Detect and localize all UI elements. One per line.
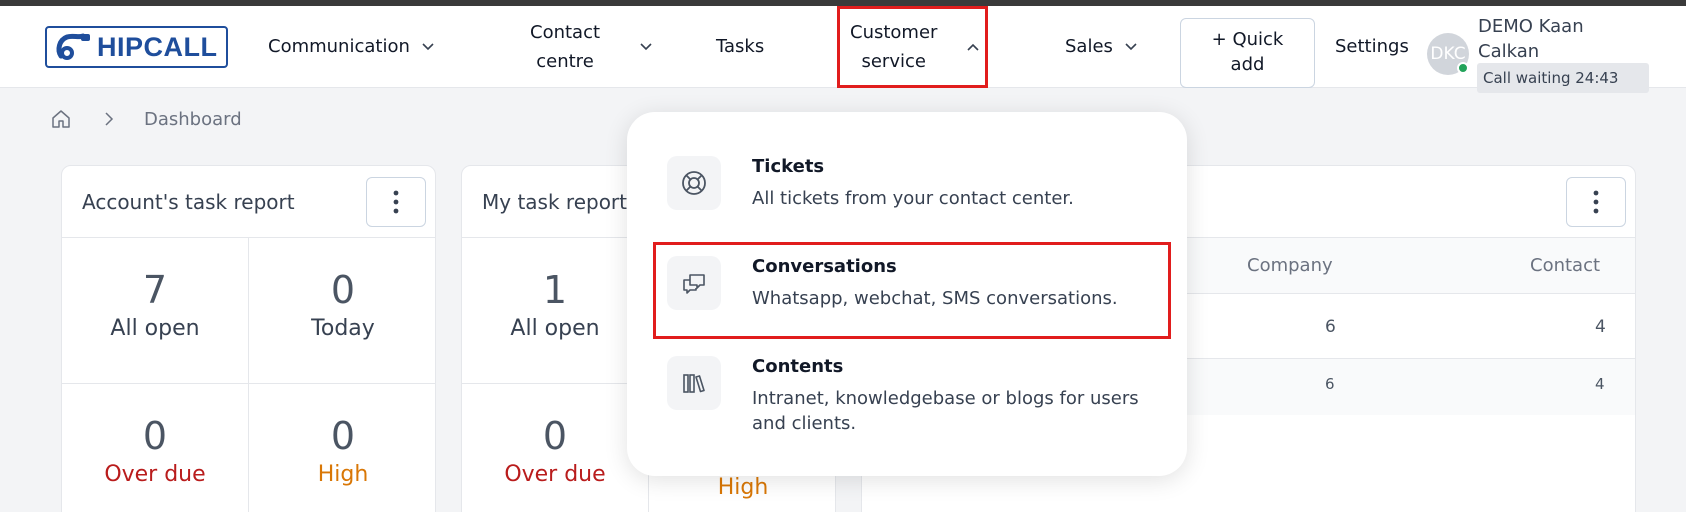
- top-navbar: HIPCALL Communication Contact centre Tas…: [0, 6, 1686, 93]
- menu-item-desc: All tickets from your contact center.: [752, 188, 1074, 209]
- stat-today[interactable]: 0 Today: [249, 237, 435, 383]
- stat-over-due[interactable]: 0 Over due: [462, 383, 649, 512]
- quick-add-line2: add: [1230, 54, 1265, 75]
- logo-text: HIPCALL: [97, 31, 218, 62]
- nav-contact-centre[interactable]: Contact centre: [530, 18, 652, 76]
- card-menu-button[interactable]: [1566, 177, 1626, 227]
- table-cell-company: 6: [1325, 375, 1335, 393]
- hipcall-logo[interactable]: HIPCALL: [45, 26, 228, 68]
- chevron-down-icon: [422, 42, 434, 50]
- books-icon: [667, 356, 721, 410]
- card-title: Account's task report: [82, 190, 295, 214]
- nav-contact-centre-line1: Contact: [530, 22, 601, 43]
- stat-value: 0: [142, 414, 168, 458]
- account-task-report-card: Account's task report 7 All open 0 Today…: [61, 165, 436, 512]
- stat-all-open[interactable]: 7 All open: [62, 237, 249, 383]
- nav-tasks[interactable]: Tasks: [716, 36, 764, 57]
- menu-item-title: Contents: [752, 356, 844, 377]
- quick-add-line1: + Quick: [1211, 29, 1284, 50]
- stat-label: Over due: [504, 462, 606, 487]
- highlight-customer-service: [837, 6, 988, 88]
- stat-value: 0: [542, 414, 568, 458]
- kebab-menu-icon: [393, 190, 399, 214]
- stat-label: High: [317, 462, 369, 487]
- stat-label: Over due: [104, 462, 206, 487]
- highlight-conversations: [653, 242, 1171, 339]
- stat-over-due[interactable]: 0 Over due: [62, 383, 249, 512]
- breadcrumb-current: Dashboard: [144, 108, 242, 130]
- nav-sales[interactable]: Sales: [1065, 36, 1137, 57]
- menu-item-title: Tickets: [752, 156, 825, 177]
- stat-value: 0: [330, 268, 356, 312]
- menu-item-tickets[interactable]: Tickets All tickets from your contact ce…: [667, 156, 1167, 226]
- call-waiting-badge[interactable]: Call waiting 24:43: [1477, 63, 1649, 93]
- menu-item-contents[interactable]: Contents Intranet, knowledgebase or blog…: [667, 356, 1167, 446]
- table-cell-company: 6: [1325, 317, 1336, 337]
- chevron-right-icon: [105, 112, 114, 126]
- online-status-icon: [1457, 62, 1469, 74]
- stat-value: 1: [542, 268, 568, 312]
- nav-tasks-label: Tasks: [716, 36, 765, 57]
- column-header-company: Company: [1247, 255, 1333, 276]
- user-name[interactable]: DEMO Kaan Calkan: [1478, 14, 1584, 64]
- nav-contact-centre-line2: centre: [536, 51, 594, 72]
- stat-label: All open: [510, 316, 600, 341]
- home-icon[interactable]: [50, 108, 72, 130]
- nav-sales-label: Sales: [1065, 36, 1113, 57]
- kebab-menu-icon: [1593, 190, 1599, 214]
- customer-service-dropdown: Tickets All tickets from your contact ce…: [627, 112, 1187, 476]
- breadcrumb: Dashboard: [50, 108, 242, 130]
- chevron-down-icon: [640, 43, 652, 51]
- stat-value: 7: [142, 268, 168, 312]
- user-name-line1: DEMO Kaan: [1478, 16, 1584, 37]
- avatar-initials: DKC: [1430, 44, 1466, 64]
- menu-item-desc: Intranet, knowledgebase or blogs for use…: [752, 388, 1139, 434]
- stat-high[interactable]: 0 High: [249, 383, 435, 512]
- card-title: My task report: [482, 190, 627, 214]
- nav-communication[interactable]: Communication: [268, 36, 434, 57]
- column-header-contact: Contact: [1530, 255, 1601, 276]
- nav-communication-label: Communication: [268, 36, 410, 57]
- quick-add-button[interactable]: + Quick add: [1180, 18, 1315, 88]
- stat-label: All open: [110, 316, 200, 341]
- table-cell-contact: 4: [1595, 375, 1605, 393]
- user-name-line2: Calkan: [1478, 41, 1540, 62]
- table-cell-contact: 4: [1595, 317, 1606, 337]
- chevron-down-icon: [1125, 42, 1137, 50]
- stat-label: High: [717, 475, 769, 500]
- lifebuoy-icon: [667, 156, 721, 210]
- nav-settings[interactable]: Settings: [1335, 36, 1409, 57]
- stat-all-open[interactable]: 1 All open: [462, 237, 649, 383]
- card-menu-button[interactable]: [366, 177, 426, 227]
- stat-label: Today: [311, 316, 375, 341]
- stat-value: 0: [330, 414, 356, 458]
- phone-logo-icon: [56, 33, 90, 60]
- nav-settings-label: Settings: [1335, 36, 1409, 57]
